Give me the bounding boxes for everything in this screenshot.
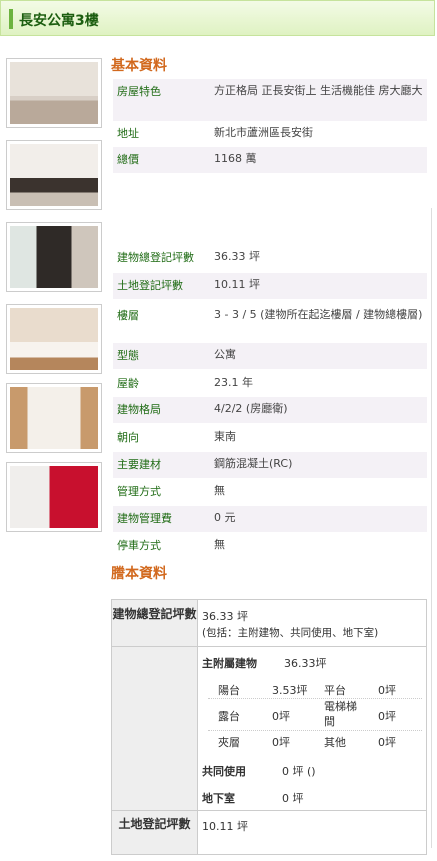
item-elevator-label: 電梯梯間 bbox=[324, 700, 357, 728]
photo-thumbnail-sofa[interactable] bbox=[6, 140, 102, 210]
info-row-land-area: 土地登記坪數 10.11 坪 bbox=[113, 273, 427, 299]
info-key: 停車方式 bbox=[117, 539, 161, 552]
item-other-label: 其他 bbox=[324, 736, 346, 749]
info-value: 無 bbox=[214, 538, 225, 551]
info-value: 東南 bbox=[214, 430, 236, 443]
info-key: 主要建材 bbox=[117, 458, 161, 471]
sofa-photo bbox=[10, 144, 98, 206]
info-row-age: 屋齡 23.1 年 bbox=[113, 371, 427, 397]
item-platform-value: 0坪 bbox=[378, 684, 396, 697]
info-row-layout: 建物格局 4/2/2 (房廳衛) bbox=[113, 397, 427, 423]
info-key: 建物管理費 bbox=[117, 512, 172, 525]
info-value: 無 bbox=[214, 484, 225, 497]
info-row-type: 型態 公寓 bbox=[113, 343, 427, 369]
info-key: 管理方式 bbox=[117, 485, 161, 498]
window-room-photo bbox=[10, 387, 98, 449]
title-accent-bar bbox=[9, 9, 13, 29]
info-row-orientation: 朝向 東南 bbox=[113, 425, 427, 451]
item-terrace-value: 0坪 bbox=[272, 710, 290, 723]
info-row-management-fee: 建物管理費 0 元 bbox=[113, 506, 427, 532]
item-terrace-label: 露台 bbox=[218, 710, 240, 723]
scroll-edge bbox=[431, 208, 437, 848]
info-row-building-area: 建物總登記坪數 36.33 坪 bbox=[113, 245, 427, 271]
basement-label: 地下室 bbox=[202, 792, 235, 805]
page-title-bar: 長安公寓3樓 bbox=[0, 0, 435, 36]
info-value: 23.1 年 bbox=[214, 376, 253, 389]
info-row-parking: 停車方式 無 bbox=[113, 533, 427, 559]
dining-photo bbox=[10, 226, 98, 288]
info-value: 3 - 3 / 5 (建物所在起迄樓層 / 建物總樓層) bbox=[214, 308, 423, 321]
kitchen-photo bbox=[10, 466, 98, 528]
info-key: 建物總登記坪數 bbox=[117, 251, 194, 264]
info-key: 房屋特色 bbox=[117, 85, 161, 98]
info-value: 4/2/2 (房廳衛) bbox=[214, 402, 288, 415]
building-area-label: 建物總登記坪數 bbox=[112, 600, 198, 646]
item-balcony-value: 3.53坪 bbox=[272, 684, 308, 697]
photo-thumbnail-bedroom[interactable] bbox=[6, 304, 102, 374]
info-row-floor: 樓層 3 - 3 / 5 (建物所在起迄樓層 / 建物總樓層) bbox=[113, 303, 427, 343]
info-row-features: 房屋特色 方正格局 正長安街上 生活機能佳 房大廳大 bbox=[113, 79, 427, 121]
section-title-basic: 基本資料 bbox=[111, 58, 167, 74]
land-area-label: 土地登記坪數 bbox=[112, 811, 198, 854]
main-building-value: 36.33坪 bbox=[284, 657, 327, 670]
building-area-note: (包括：主附建物、共同使用、地下室) bbox=[202, 627, 379, 639]
item-other-value: 0坪 bbox=[378, 736, 396, 749]
info-row-management: 管理方式 無 bbox=[113, 479, 427, 505]
shared-use-label: 共同使用 bbox=[202, 765, 246, 778]
photo-thumbnail-window-room[interactable] bbox=[6, 383, 102, 453]
info-key: 朝向 bbox=[117, 431, 139, 444]
item-mezzanine-label: 夾層 bbox=[218, 736, 240, 749]
info-key: 土地登記坪數 bbox=[117, 279, 183, 292]
item-balcony-label: 陽台 bbox=[218, 684, 240, 697]
info-row-material: 主要建材 鋼筋混凝土(RC) bbox=[113, 452, 427, 478]
building-detail-label-cell bbox=[112, 647, 198, 810]
info-key: 樓層 bbox=[117, 309, 139, 322]
info-value: 10.11 坪 bbox=[214, 278, 260, 291]
info-value: 公寓 bbox=[214, 348, 236, 361]
item-platform-label: 平台 bbox=[324, 684, 346, 697]
building-area-value: 36.33 坪 bbox=[202, 610, 248, 623]
page-title: 長安公寓3樓 bbox=[19, 13, 99, 29]
info-value: 0 元 bbox=[214, 511, 236, 524]
bedroom-photo bbox=[10, 308, 98, 370]
info-key: 建物格局 bbox=[117, 403, 161, 416]
info-value: 鋼筋混凝土(RC) bbox=[214, 457, 293, 470]
basement-value: 0 坪 bbox=[282, 792, 304, 805]
section-title-transcript: 謄本資料 bbox=[111, 566, 167, 582]
building-area-label-text: 建物總登記坪數 bbox=[112, 607, 197, 621]
info-row-price: 總價 1168 萬 bbox=[113, 147, 427, 173]
shared-use-value: 0 坪 () bbox=[282, 765, 316, 778]
main-building-label: 主附屬建物 bbox=[202, 657, 257, 670]
info-row-address: 地址 新北市蘆洲區長安街 bbox=[113, 121, 427, 147]
photo-thumbnail-kitchen[interactable] bbox=[6, 462, 102, 532]
item-elevator-value: 0坪 bbox=[378, 710, 396, 723]
info-value: 36.33 坪 bbox=[214, 250, 260, 263]
photo-thumbnail-living-room[interactable] bbox=[6, 58, 102, 128]
living-room-photo bbox=[10, 62, 98, 124]
info-key: 地址 bbox=[117, 127, 139, 140]
photo-thumbnail-dining[interactable] bbox=[6, 222, 102, 292]
info-value: 新北市蘆洲區長安街 bbox=[214, 126, 313, 139]
transcript-table: 建物總登記坪數 36.33 坪 (包括：主附建物、共同使用、地下室) 主附屬建物… bbox=[111, 599, 427, 855]
info-key: 屋齡 bbox=[117, 377, 139, 390]
item-mezzanine-value: 0坪 bbox=[272, 736, 290, 749]
land-area-label-text: 土地登記坪數 bbox=[118, 817, 191, 831]
info-value: 1168 萬 bbox=[214, 152, 257, 165]
land-area-value: 10.11 坪 bbox=[202, 820, 248, 833]
info-key: 型態 bbox=[117, 349, 139, 362]
info-value: 方正格局 正長安街上 生活機能佳 房大廳大 bbox=[214, 84, 423, 97]
info-key: 總價 bbox=[117, 153, 139, 166]
